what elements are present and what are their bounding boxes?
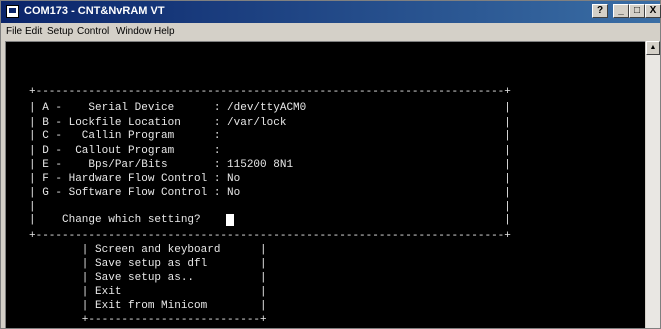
menu-exit: | Exit | (29, 286, 267, 298)
terminal-line-border-bottom: +---------------------------------------… (29, 230, 511, 242)
terminal-line-border-top: +---------------------------------------… (29, 86, 511, 98)
help-button[interactable]: ? (592, 4, 608, 18)
app-icon[interactable] (6, 5, 19, 18)
option-callin-program: | C - Callin Program : | (29, 130, 511, 142)
text-cursor (226, 214, 234, 226)
option-lockfile-location: | B - Lockfile Location : /var/lock | (29, 117, 511, 129)
menu-save-setup-as-dfl: | Save setup as dfl | (29, 258, 267, 270)
window-title: COM173 - CNT&NvRAM VT (24, 5, 165, 17)
scroll-up-arrow-icon[interactable]: ▲ (646, 41, 660, 55)
menu-exit-from-minicom: | Exit from Minicom | (29, 300, 267, 312)
terminal-window: COM173 - CNT&NvRAM VT ? _ □ X File Edit … (0, 0, 661, 329)
menu-control[interactable]: Control (77, 26, 109, 37)
menu-screen-and-keyboard: | Screen and keyboard | (29, 244, 267, 256)
prompt-change-setting: | Change which setting? | (29, 214, 511, 226)
terminal-line-blank: | | (29, 201, 511, 213)
menu-edit[interactable]: Edit (25, 26, 42, 37)
option-software-flow-control: | G - Software Flow Control : No | (29, 187, 511, 199)
option-callout-program: | D - Callout Program : | (29, 145, 511, 157)
option-bps-par-bits: | E - Bps/Par/Bits : 115200 8N1 | (29, 159, 511, 171)
option-hardware-flow-control: | F - Hardware Flow Control : No | (29, 173, 511, 185)
vertical-scrollbar[interactable]: ▲ (646, 41, 660, 328)
minimize-button[interactable]: _ (613, 4, 629, 18)
menu-setup[interactable]: Setup (47, 26, 73, 37)
menu-bar: File Edit Setup Control Window Help (1, 23, 660, 41)
menu-window[interactable]: Window (116, 26, 152, 37)
menu-help[interactable]: Help (154, 26, 175, 37)
close-button[interactable]: X (645, 4, 661, 18)
menu-save-setup-as: | Save setup as.. | (29, 272, 267, 284)
option-serial-device: | A - Serial Device : /dev/ttyACM0 | (29, 102, 511, 114)
terminal-line-menu-border: +--------------------------+ (29, 314, 267, 326)
maximize-button[interactable]: □ (629, 4, 645, 18)
title-bar[interactable]: COM173 - CNT&NvRAM VT ? _ □ X (1, 1, 661, 23)
menu-file[interactable]: File (6, 26, 22, 37)
